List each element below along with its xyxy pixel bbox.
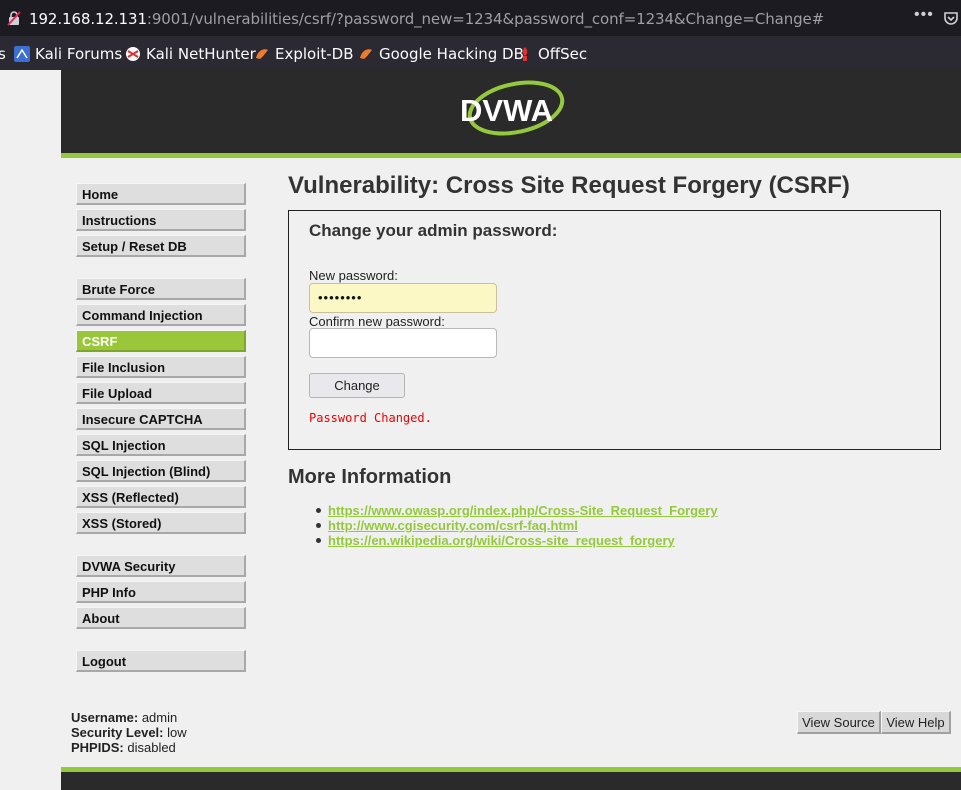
- menu-home[interactable]: Home: [76, 183, 246, 205]
- phpids-value: disabled: [127, 740, 176, 755]
- url-text[interactable]: 192.168.12.131:9001/vulnerabilities/csrf…: [29, 10, 824, 28]
- bookmark-label: OffSec: [538, 45, 588, 63]
- bookmark-offsec[interactable]: OffSec: [517, 45, 587, 63]
- bookmark-label: Kali NetHunter: [146, 45, 256, 63]
- menu-xss-reflected[interactable]: XSS (Reflected): [76, 486, 246, 508]
- status-message: Password Changed.: [309, 411, 432, 425]
- pocket-icon[interactable]: [943, 10, 959, 26]
- page-margin: [0, 70, 61, 790]
- bookmark-kali-forums[interactable]: Kali Forums: [14, 45, 122, 63]
- security-level-line: Security Level: low: [71, 725, 187, 740]
- menu-php-info[interactable]: PHP Info: [76, 581, 246, 603]
- link-owasp-csrf[interactable]: https://www.owasp.org/index.php/Cross-Si…: [328, 503, 718, 518]
- bookmark-label: Exploit-DB: [275, 45, 354, 63]
- dvwa-page: DVWA Home Instructions Setup / Reset DB …: [0, 70, 961, 790]
- phpids-line: PHPIDS: disabled: [71, 740, 187, 755]
- bookmark-exploit-db[interactable]: Exploit-DB: [254, 45, 354, 63]
- user-info: Username: admin Security Level: low PHPI…: [71, 710, 187, 755]
- menu-command-injection[interactable]: Command Injection: [76, 304, 246, 326]
- dvwa-logo: DVWA: [460, 80, 565, 136]
- change-button[interactable]: Change: [309, 373, 405, 398]
- url-bar[interactable]: 192.168.12.131:9001/vulnerabilities/csrf…: [0, 0, 961, 37]
- view-help-button[interactable]: View Help: [881, 711, 951, 734]
- bookmark-label: s: [0, 45, 6, 63]
- insecure-lock-icon[interactable]: [6, 10, 22, 26]
- list-bullet: [316, 523, 321, 528]
- more-information-heading: More Information: [288, 466, 452, 488]
- list-bullet: [316, 538, 321, 543]
- menu-file-inclusion[interactable]: File Inclusion: [76, 356, 246, 378]
- masked-password-value: ••••••••: [318, 290, 363, 305]
- form-heading: Change your admin password:: [309, 221, 558, 240]
- menu-instructions[interactable]: Instructions: [76, 209, 246, 231]
- change-password-form: Change your admin password: New password…: [288, 210, 941, 450]
- menu-about[interactable]: About: [76, 607, 246, 629]
- confirm-password-label: Confirm new password:: [309, 314, 445, 329]
- security-level-value: low: [167, 725, 187, 740]
- menu-insecure-captcha[interactable]: Insecure CAPTCHA: [76, 408, 246, 430]
- menu-file-upload[interactable]: File Upload: [76, 382, 246, 404]
- confirm-password-input[interactable]: [309, 328, 497, 358]
- page-actions-menu-icon[interactable]: •••: [914, 6, 934, 24]
- bookmarks-bar: s Kali Forums Kali NetHunter Exploit-DB …: [0, 37, 961, 70]
- phpids-label: PHPIDS:: [71, 740, 124, 755]
- bookmark-label: Kali Forums: [35, 45, 123, 63]
- bookmark-kali-nethunter[interactable]: Kali NetHunter: [125, 45, 256, 63]
- bookmark-fragment[interactable]: s: [0, 45, 6, 63]
- svg-text:DVWA: DVWA: [460, 93, 553, 128]
- page-title: Vulnerability: Cross Site Request Forger…: [288, 172, 850, 199]
- menu-setup-reset-db[interactable]: Setup / Reset DB: [76, 235, 246, 257]
- menu-brute-force[interactable]: Brute Force: [76, 278, 246, 300]
- menu-sql-injection[interactable]: SQL Injection: [76, 434, 246, 456]
- new-password-input[interactable]: ••••••••: [309, 283, 497, 313]
- offsec-icon: [522, 47, 528, 61]
- username-line: Username: admin: [71, 710, 187, 725]
- kali-nethunter-icon: [126, 47, 140, 61]
- bookmark-label: Google Hacking DB: [379, 45, 524, 63]
- security-level-label: Security Level:: [71, 725, 164, 740]
- kali-forums-icon: [14, 46, 30, 62]
- menu-xss-stored[interactable]: XSS (Stored): [76, 512, 246, 534]
- username-label: Username:: [71, 710, 139, 725]
- page-footer: [61, 772, 961, 790]
- exploit-db-icon: [256, 49, 268, 59]
- link-cgisecurity-csrf-faq[interactable]: http://www.cgisecurity.com/csrf-faq.html: [328, 518, 578, 533]
- list-bullet: [316, 508, 321, 513]
- url-host: 192.168.12.131: [29, 10, 147, 28]
- view-source-button[interactable]: View Source: [797, 711, 881, 734]
- menu-logout[interactable]: Logout: [76, 650, 246, 672]
- google-hacking-db-icon: [360, 49, 372, 59]
- new-password-label: New password:: [309, 268, 398, 283]
- menu-csrf[interactable]: CSRF: [76, 330, 246, 352]
- username-value: admin: [141, 710, 178, 725]
- menu-dvwa-security[interactable]: DVWA Security: [76, 555, 246, 577]
- url-path: :9001/vulnerabilities/csrf/?password_new…: [146, 10, 825, 28]
- bookmark-google-hacking-db[interactable]: Google Hacking DB: [358, 45, 524, 63]
- link-wikipedia-csrf[interactable]: https://en.wikipedia.org/wiki/Cross-site…: [328, 533, 675, 548]
- menu-sql-injection-blind[interactable]: SQL Injection (Blind): [76, 460, 246, 482]
